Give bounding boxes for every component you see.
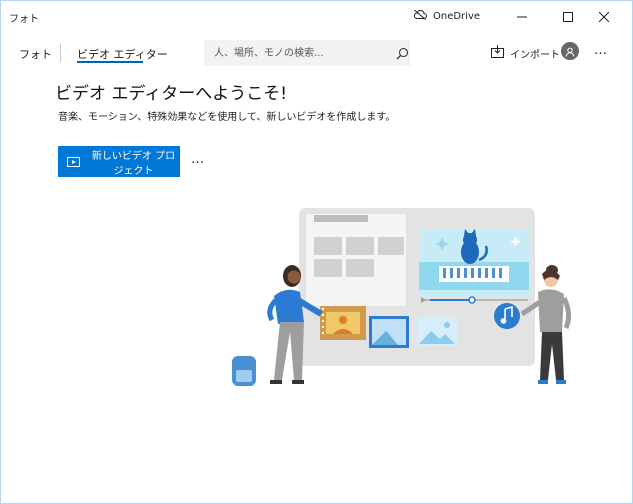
onedrive-label: OneDrive bbox=[433, 10, 481, 22]
page-title: ビデオ エディターへようこそ! bbox=[55, 84, 288, 104]
tab-photos[interactable]: フォト bbox=[19, 46, 52, 62]
close-button[interactable] bbox=[581, 1, 627, 31]
search-box[interactable] bbox=[204, 40, 410, 66]
avatar-icon bbox=[565, 42, 575, 61]
app-title: フォト bbox=[9, 14, 39, 25]
app-window: フォト OneDrive フォト ビデオ エディター 人、場所、モノの検索...… bbox=[0, 0, 633, 504]
search-icon[interactable] bbox=[396, 47, 409, 60]
import-label: インポート bbox=[510, 49, 560, 61]
import-icon bbox=[491, 45, 504, 61]
page-description: 音楽、モーション、特殊効果などを使用して、新しいビデオを作成します。 bbox=[58, 112, 396, 123]
more-options-icon[interactable]: … bbox=[191, 152, 205, 167]
avatar[interactable] bbox=[561, 42, 579, 60]
minimize-button[interactable] bbox=[499, 1, 545, 31]
search-input[interactable] bbox=[204, 41, 384, 65]
nav-divider bbox=[60, 44, 61, 62]
more-icon[interactable]: … bbox=[594, 43, 608, 58]
maximize-icon bbox=[563, 7, 573, 26]
onedrive-cloud-icon bbox=[413, 9, 427, 23]
minimize-icon bbox=[517, 7, 527, 26]
import-button[interactable]: インポート bbox=[491, 45, 560, 61]
welcome-illustration bbox=[232, 208, 572, 386]
title-bar: フォト OneDrive bbox=[1, 1, 632, 31]
new-video-project-label: 新しいビデオ プロジェクト bbox=[91, 150, 176, 177]
new-video-project-button[interactable]: 新しいビデオ プロジェクト bbox=[58, 146, 180, 177]
close-icon bbox=[598, 7, 610, 26]
onedrive-status[interactable]: OneDrive bbox=[413, 9, 480, 23]
video-project-icon bbox=[67, 156, 80, 168]
tab-video-editor[interactable]: ビデオ エディター bbox=[77, 46, 168, 62]
tab-active-indicator bbox=[77, 61, 143, 63]
